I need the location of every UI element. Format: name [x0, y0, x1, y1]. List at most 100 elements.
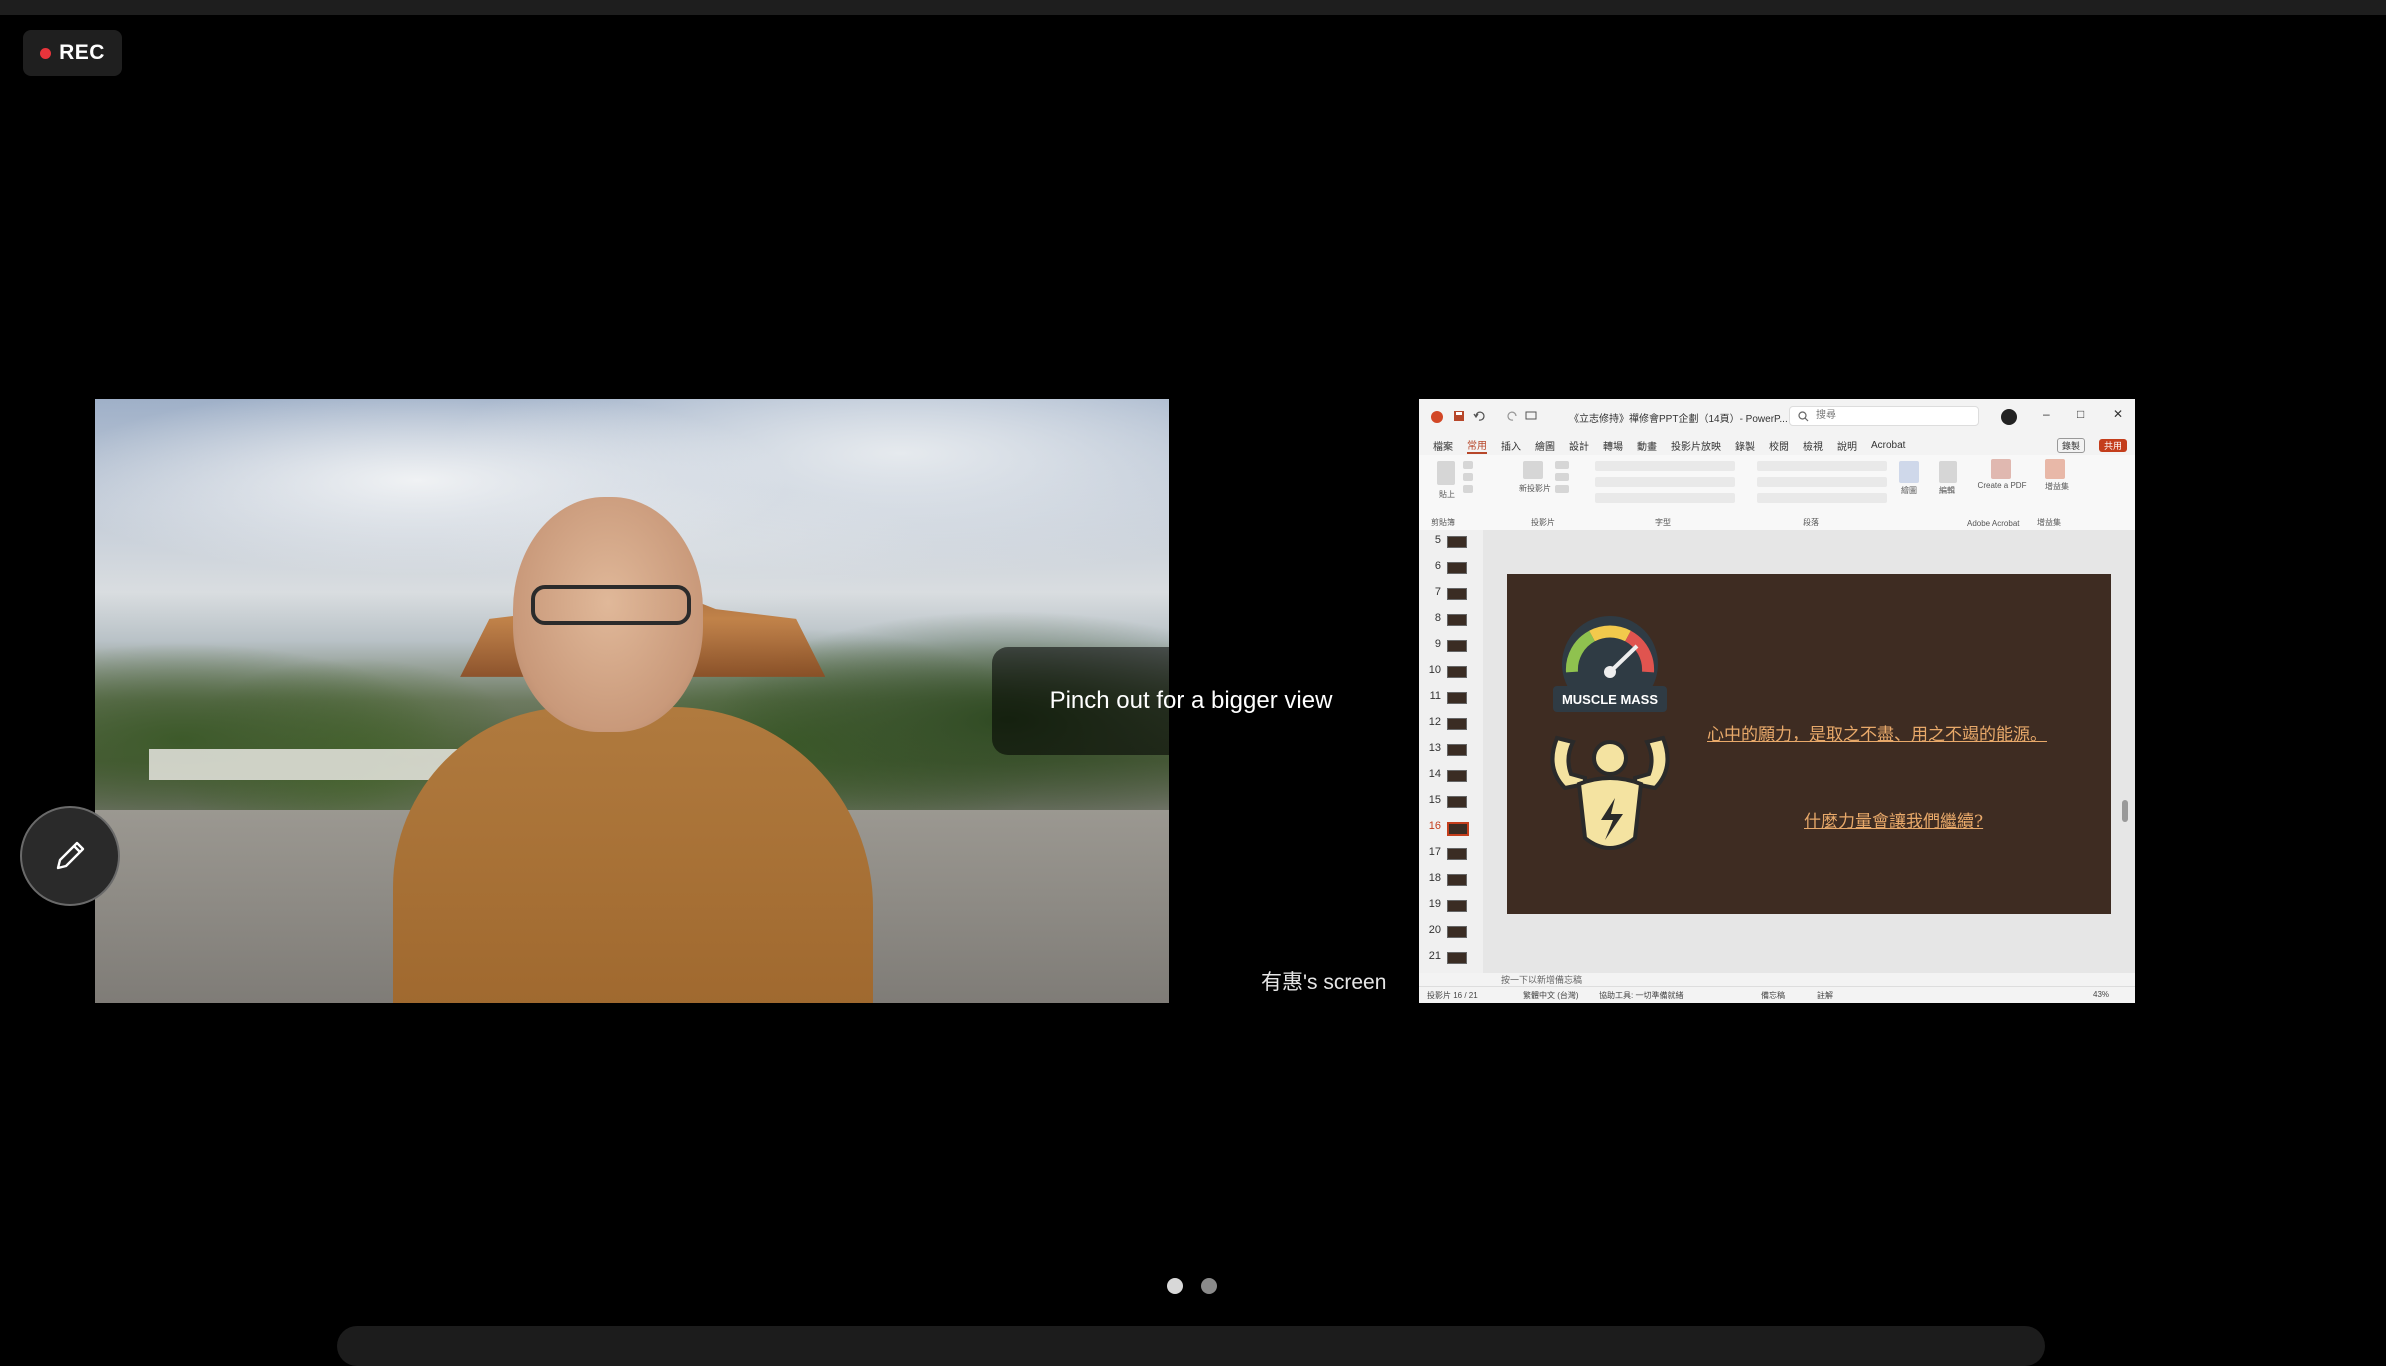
thumbnail-7[interactable]: 7 [1419, 582, 1479, 604]
font-style-buttons[interactable] [1595, 477, 1735, 487]
thumbnail-20[interactable]: 20 [1419, 920, 1479, 942]
tab-help[interactable]: 說明 [1837, 438, 1857, 453]
new-slide-icon[interactable] [1523, 461, 1543, 479]
cut-icon[interactable] [1463, 461, 1473, 469]
thumbnail-10[interactable]: 10 [1419, 660, 1479, 682]
maximize-icon[interactable]: □ [2077, 407, 2084, 421]
new-slide-label: 新投影片 [1519, 484, 1551, 493]
notes-pane[interactable]: 按一下以新增備忘稿 [1483, 973, 2135, 987]
record-dot-icon [40, 47, 52, 59]
ribbon-tabs: 檔案 常用 插入 繪圖 設計 轉場 動畫 投影片放映 錄製 校閱 檢視 說明 A… [1419, 435, 2135, 455]
ribbon: 貼上 新投影片 繪圖 編輯 Create a PDF 增益集 剪貼簿 投影片 字… [1419, 455, 2135, 531]
ribbon-group-font: 字型 [1655, 518, 1671, 527]
tab-slideshow[interactable]: 投影片放映 [1671, 438, 1721, 453]
slide-text-line2: 什麼力量會讓我們繼續? [1804, 812, 1984, 832]
thumbnail-15[interactable]: 15 [1419, 790, 1479, 812]
redo-icon[interactable] [1507, 410, 1519, 422]
thumbnail-5[interactable]: 5 [1419, 530, 1479, 552]
create-pdf-icon[interactable] [1991, 459, 2011, 479]
paste-icon[interactable] [1437, 461, 1455, 485]
close-icon[interactable]: ✕ [2113, 407, 2123, 421]
ribbon-group-slides: 投影片 [1531, 518, 1555, 527]
comments-button[interactable]: 註解 [1817, 990, 1833, 1001]
font-color-buttons[interactable] [1595, 493, 1735, 503]
recording-indicator[interactable]: REC [23, 30, 122, 76]
format-painter-icon[interactable] [1463, 485, 1473, 493]
thumbnail-8[interactable]: 8 [1419, 608, 1479, 630]
notes-button[interactable]: 備忘稿 [1761, 990, 1785, 1001]
tab-insert[interactable]: 插入 [1501, 438, 1521, 453]
find-icon[interactable] [1939, 461, 1957, 483]
align-buttons[interactable] [1757, 493, 1887, 503]
powerpoint-icon [1431, 411, 1443, 423]
thumbnail-16[interactable]: 16 [1419, 816, 1479, 838]
ribbon-group-acrobat: Adobe Acrobat [1967, 519, 2020, 528]
present-icon[interactable] [1525, 410, 1537, 422]
tab-home[interactable]: 常用 [1467, 437, 1487, 454]
addins-icon[interactable] [2045, 459, 2065, 479]
slide-canvas[interactable]: MUSCLE MASS 心中的願力，是取之不盡、用之不竭的能源。 什麼力量會讓我… [1483, 530, 2135, 973]
thumbnail-14[interactable]: 14 [1419, 764, 1479, 786]
slide-count: 投影片 16 / 21 [1427, 991, 1478, 1000]
tab-file[interactable]: 檔案 [1433, 438, 1453, 453]
recording-label: REC [59, 41, 105, 64]
record-button[interactable]: 錄製 [2056, 437, 2085, 453]
search-placeholder: 搜尋 [1816, 410, 1836, 421]
zoom-level[interactable]: 43% [2093, 990, 2109, 999]
indent-buttons[interactable] [1757, 477, 1887, 487]
thumbnail-18[interactable]: 18 [1419, 868, 1479, 890]
shared-screen-label: 有惠's screen [1261, 971, 1387, 994]
thumbnail-12[interactable]: 12 [1419, 712, 1479, 734]
tab-draw[interactable]: 繪圖 [1535, 438, 1555, 453]
copy-icon[interactable] [1463, 473, 1473, 481]
share-button[interactable]: 共用 [2098, 438, 2127, 452]
thumbnail-19[interactable]: 19 [1419, 894, 1479, 916]
scrollbar-thumb[interactable] [2122, 800, 2128, 822]
tab-view[interactable]: 檢視 [1803, 438, 1823, 453]
glasses [531, 585, 691, 625]
muscle-mass-badge: MUSCLE MASS [1562, 692, 1658, 707]
editing-label: 編輯 [1939, 486, 1955, 495]
drawing-label: 繪圖 [1901, 486, 1917, 495]
accessibility-status[interactable]: 協助工具: 一切準備就緒 [1599, 990, 1683, 1001]
thumbnail-9[interactable]: 9 [1419, 634, 1479, 656]
thumbnail-17[interactable]: 17 [1419, 842, 1479, 864]
shared-screen[interactable]: 《立志修持》禪修會PPT企劃（14頁）- PowerP... 搜尋 – □ ✕ … [1419, 399, 2135, 1003]
thumbnail-21[interactable]: 21 [1419, 946, 1479, 968]
thumbnail-13[interactable]: 13 [1419, 738, 1479, 760]
tab-acrobat[interactable]: Acrobat [1871, 440, 1905, 451]
pinch-hint: Pinch out for a bigger view [992, 647, 1390, 755]
reset-icon[interactable] [1555, 473, 1569, 481]
layout-icon[interactable] [1555, 461, 1569, 469]
create-pdf-label: Create a PDF [1977, 481, 2027, 490]
current-slide[interactable]: MUSCLE MASS 心中的願力，是取之不盡、用之不竭的能源。 什麼力量會讓我… [1507, 574, 2111, 914]
page-indicator [1167, 1278, 1217, 1294]
tab-design[interactable]: 設計 [1569, 438, 1589, 453]
bottom-toolbar [337, 1326, 2045, 1366]
ribbon-group-addins: 增益集 [2037, 518, 2061, 527]
tab-record[interactable]: 錄製 [1735, 438, 1755, 453]
save-icon[interactable] [1453, 410, 1465, 422]
page-dot-1[interactable] [1167, 1278, 1183, 1294]
thumbnail-6[interactable]: 6 [1419, 556, 1479, 578]
avatar[interactable] [2001, 409, 2017, 425]
section-icon[interactable] [1555, 485, 1569, 493]
speaker [353, 497, 913, 1003]
canvas-scrollbar[interactable] [2121, 530, 2129, 973]
undo-icon[interactable] [1473, 410, 1485, 422]
tab-animations[interactable]: 動畫 [1637, 438, 1657, 453]
font-family-select[interactable] [1595, 461, 1735, 471]
tab-review[interactable]: 校閱 [1769, 438, 1789, 453]
thumbnail-11[interactable]: 11 [1419, 686, 1479, 708]
annotate-button[interactable] [20, 806, 120, 906]
page-dot-2[interactable] [1201, 1278, 1217, 1294]
tab-transitions[interactable]: 轉場 [1603, 438, 1623, 453]
list-buttons[interactable] [1757, 461, 1887, 471]
top-bar [0, 0, 2386, 15]
language-status[interactable]: 繁體中文 (台灣) [1523, 990, 1579, 1001]
drawing-icon[interactable] [1899, 461, 1919, 483]
robe [393, 707, 873, 1003]
slide-thumbnails: 5 6 7 8 9 10 11 12 13 14 15 16 17 18 19 … [1419, 530, 1484, 973]
search-box[interactable]: 搜尋 [1789, 406, 1979, 426]
minimize-icon[interactable]: – [2043, 407, 2050, 421]
